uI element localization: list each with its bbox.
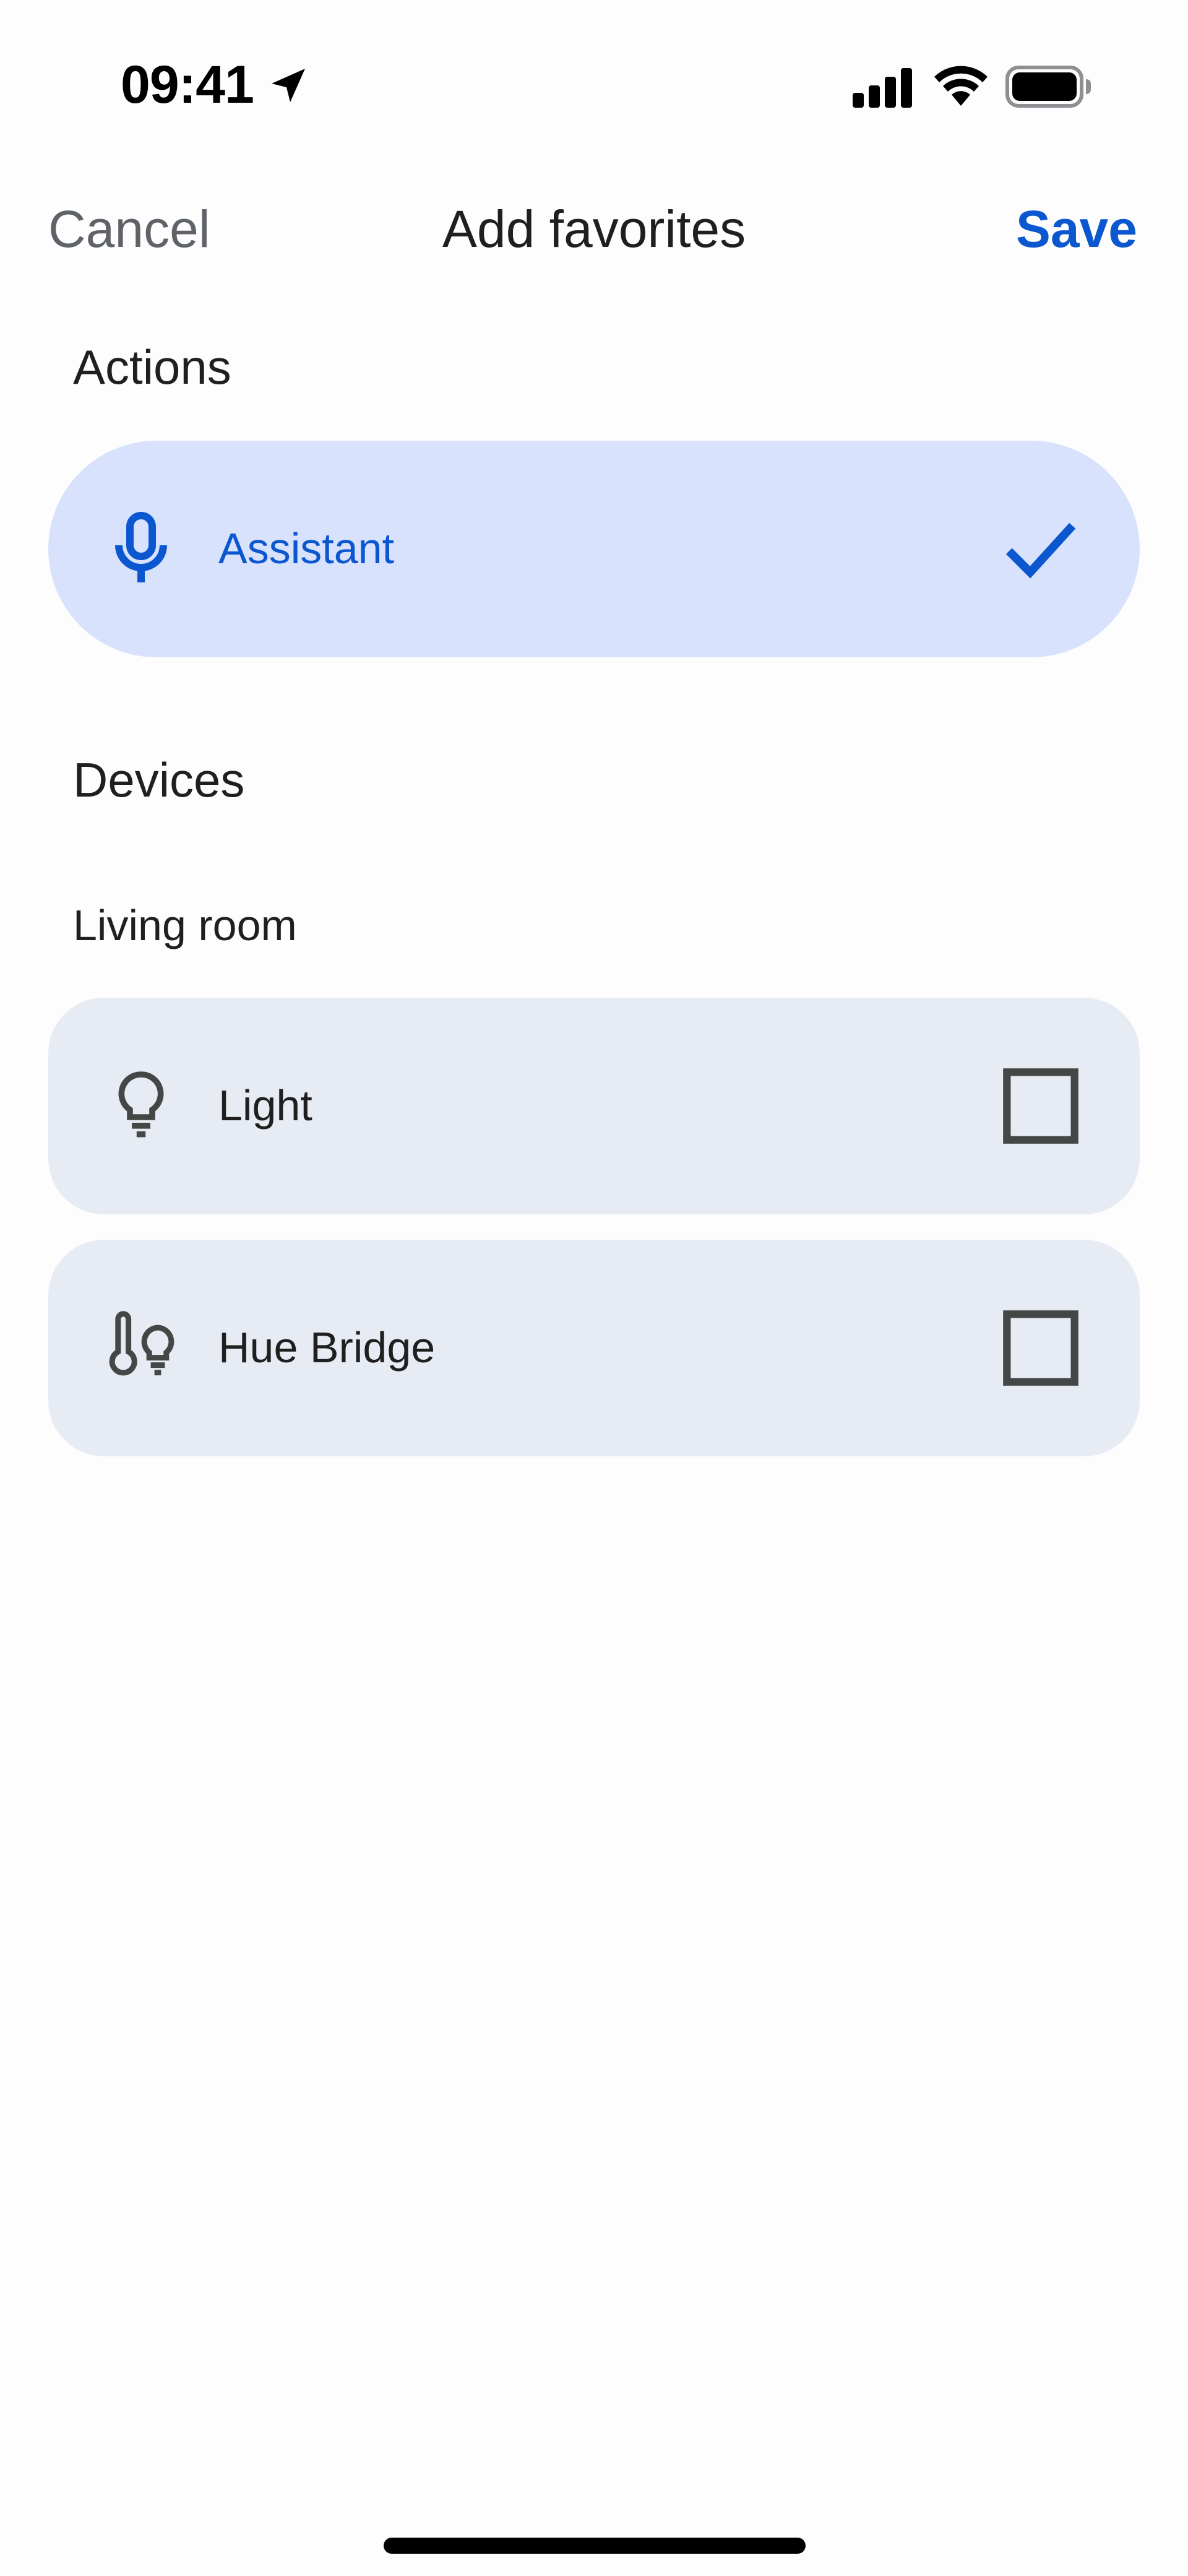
room-heading-living-room: Living room <box>73 901 297 949</box>
save-button[interactable]: Save <box>1016 199 1137 259</box>
wifi-icon <box>934 66 988 106</box>
add-favorites-screen: 09:41 Add favorites Cancel Save Actions <box>0 0 1188 2576</box>
status-bar: 09:41 <box>0 0 1188 155</box>
home-indicator[interactable] <box>384 2538 806 2554</box>
microphone-icon <box>115 512 167 582</box>
battery-icon <box>1005 66 1091 108</box>
favorite-row-hue-bridge[interactable]: Hue Bridge <box>48 1240 1140 1456</box>
favorite-row-label: Hue Bridge <box>218 1323 436 1372</box>
favorite-row-light[interactable]: Light <box>48 998 1140 1214</box>
devices-heading: Devices <box>73 753 245 807</box>
lightbulb-icon <box>118 1071 164 1138</box>
thermometer-bulb-icon <box>109 1311 174 1376</box>
favorite-row-label: Assistant <box>218 524 394 573</box>
checkmark-icon[interactable] <box>990 498 1091 600</box>
cellular-signal-icon <box>853 68 912 108</box>
cancel-button[interactable]: Cancel <box>48 199 210 259</box>
checkbox-icon[interactable] <box>990 1055 1091 1157</box>
location-arrow-icon <box>272 69 305 102</box>
status-time: 09:41 <box>121 55 254 115</box>
checkbox-icon[interactable] <box>990 1297 1091 1399</box>
actions-heading: Actions <box>73 340 231 394</box>
favorite-row-label: Light <box>218 1081 312 1130</box>
favorite-row-assistant[interactable]: Assistant <box>48 441 1140 657</box>
